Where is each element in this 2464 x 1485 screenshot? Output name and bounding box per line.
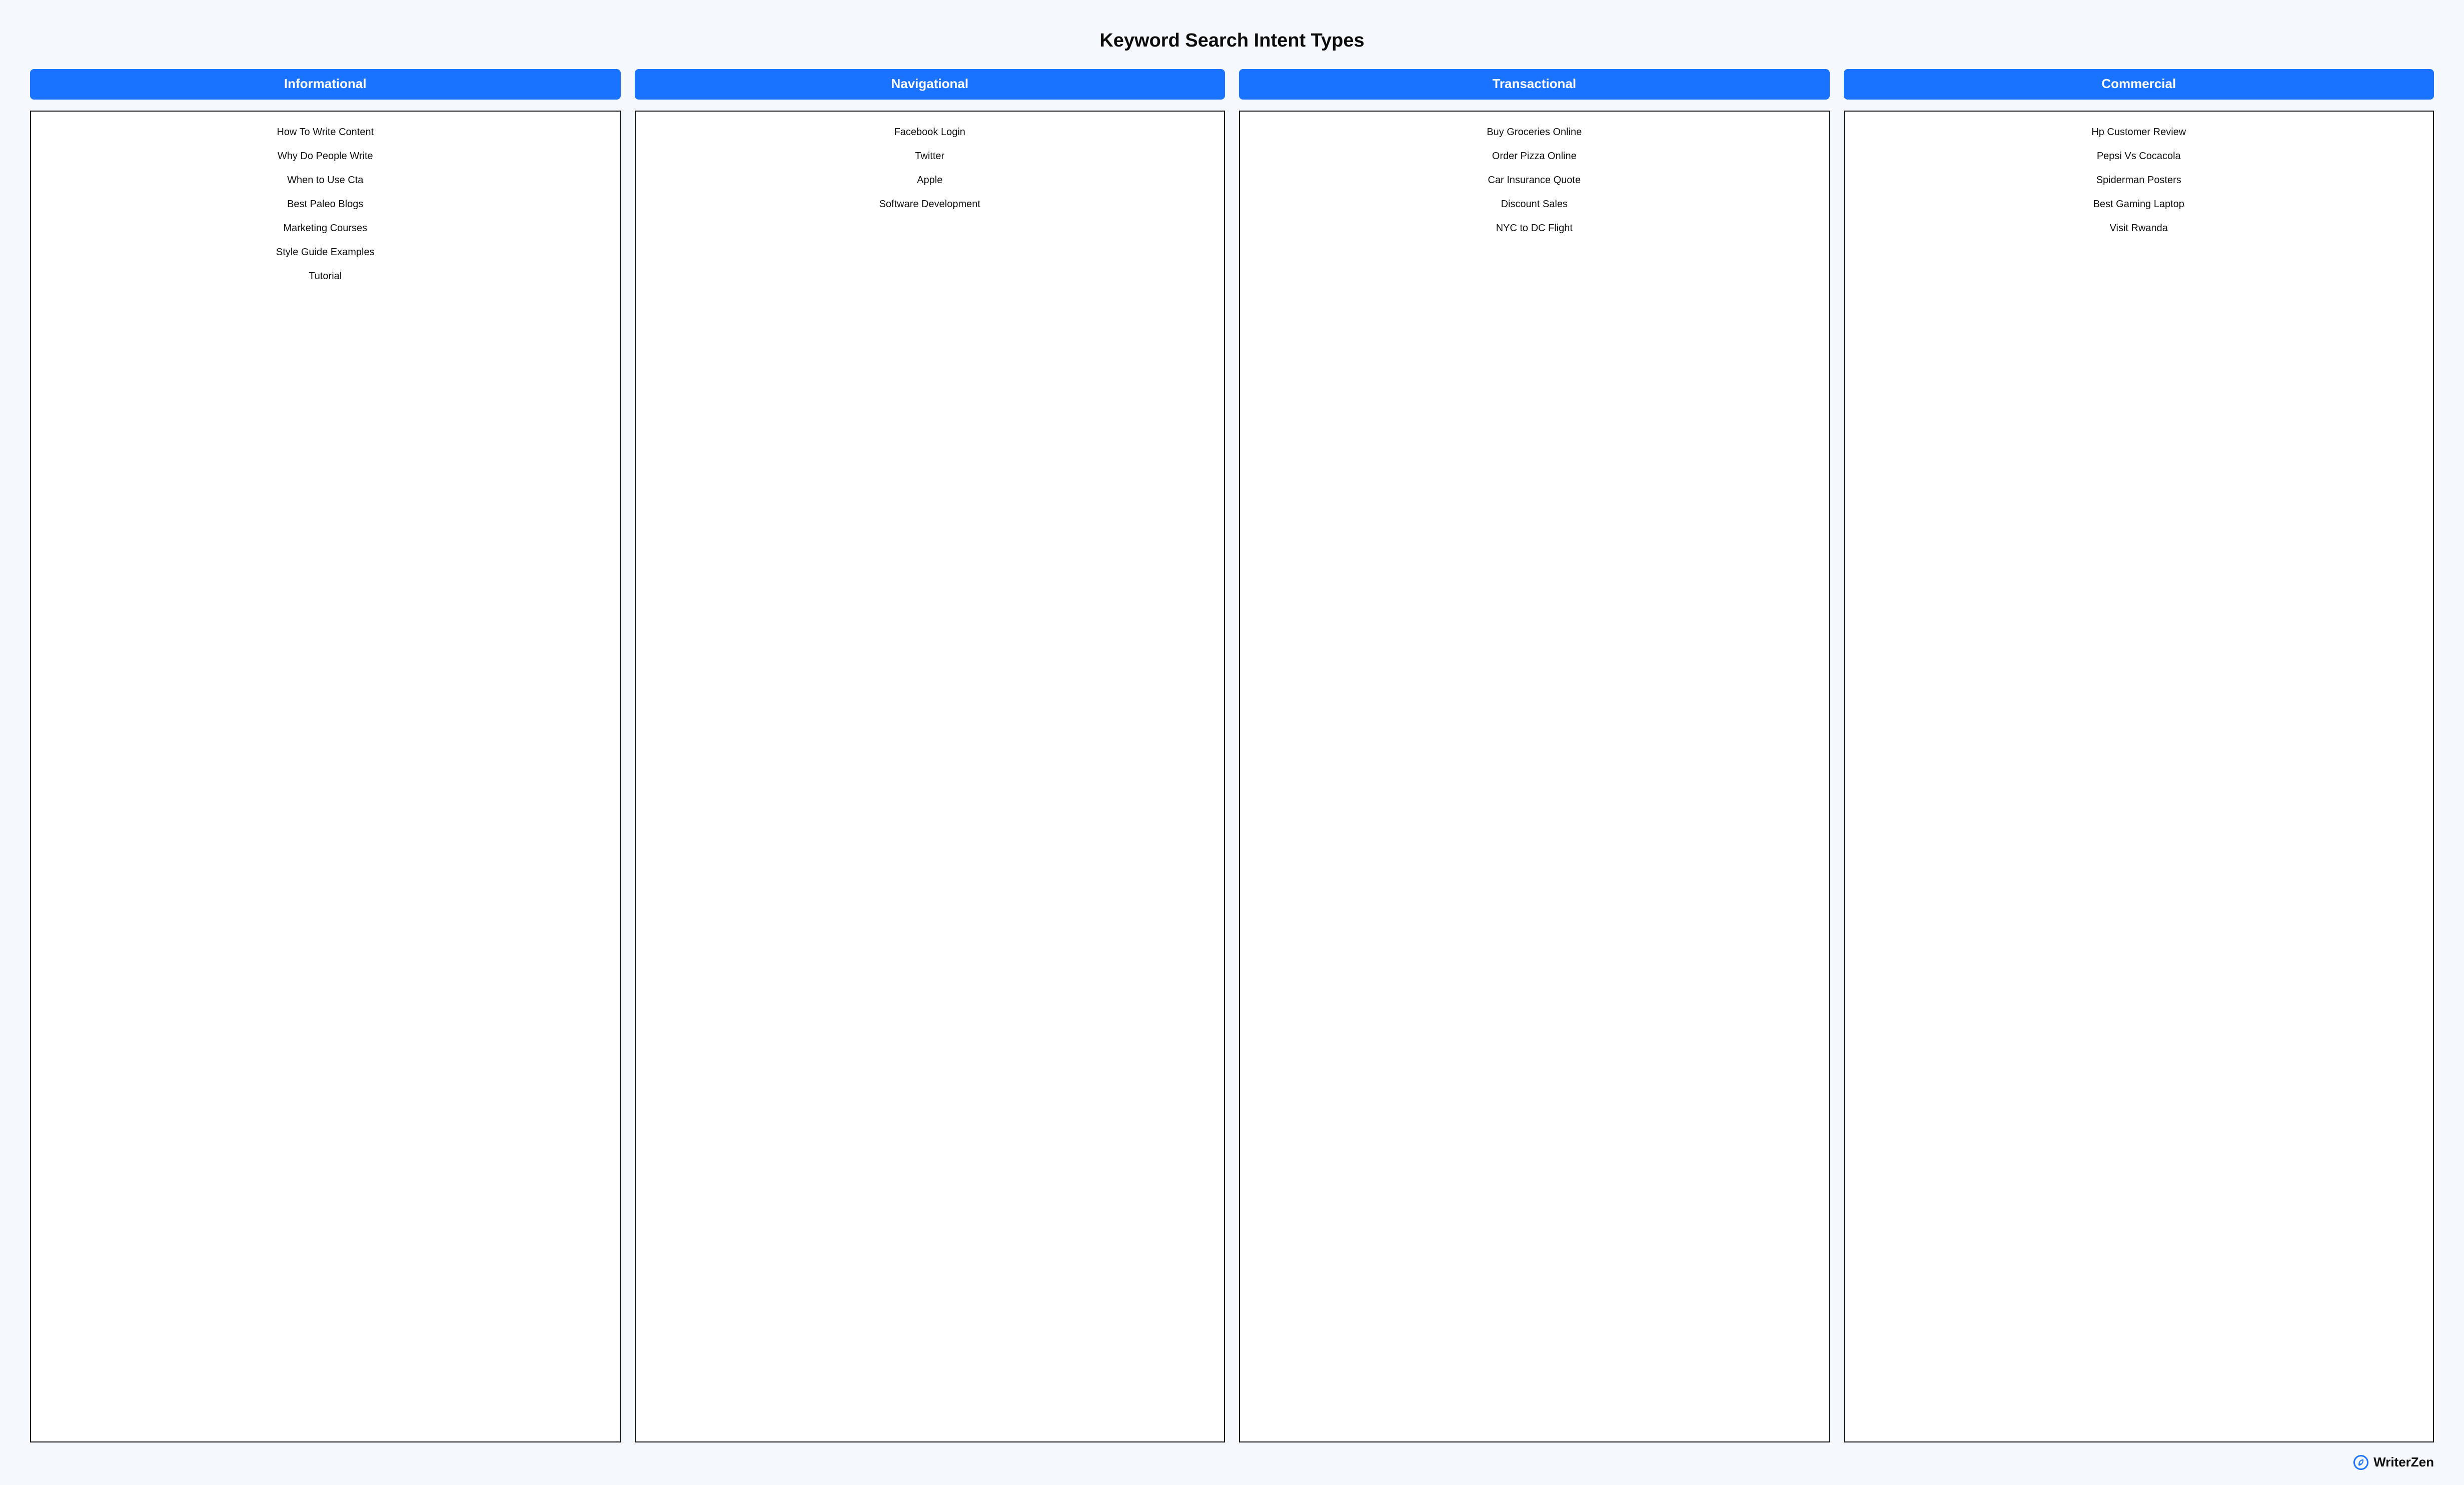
list-item: NYC to DC Flight bbox=[1496, 222, 1573, 235]
list-item: Apple bbox=[917, 174, 942, 187]
intent-column-transactional: Transactional Buy Groceries Online Order P… bbox=[1239, 69, 1830, 1442]
list-item: Facebook Login bbox=[894, 126, 965, 139]
intent-column-navigational: Navigational Facebook Login Twitter Apple So… bbox=[635, 69, 1225, 1442]
list-item: Hp Customer Review bbox=[2091, 126, 2186, 139]
list-item: Car Insurance Quote bbox=[1488, 174, 1581, 187]
list-item: Visit Rwanda bbox=[2110, 222, 2168, 235]
intent-column-informational: Informational How To Write Content Why Do … bbox=[30, 69, 621, 1442]
page-title: Keyword Search Intent Types bbox=[30, 30, 2434, 52]
list-item: Discount Sales bbox=[1501, 198, 1568, 211]
list-item: Marketing Courses bbox=[283, 222, 367, 235]
list-item: How To Write Content bbox=[277, 126, 374, 139]
list-item: Style Guide Examples bbox=[276, 246, 375, 259]
intent-column-header-navigational: Navigational bbox=[635, 69, 1225, 100]
intent-column-commercial: Commercial Hp Customer Review Pepsi Vs Coc… bbox=[1844, 69, 2434, 1442]
intent-column-header-informational: Informational bbox=[30, 69, 621, 100]
list-item: Tutorial bbox=[309, 270, 342, 283]
intent-column-header-commercial: Commercial bbox=[1844, 69, 2434, 100]
intent-column-body-navigational: Facebook Login Twitter Apple Software Devel… bbox=[635, 111, 1225, 1442]
intent-column-body-commercial: Hp Customer Review Pepsi Vs Cocacola Spide… bbox=[1844, 111, 2434, 1442]
intent-grid: Informational How To Write Content Why Do … bbox=[30, 69, 2434, 1442]
list-item: Twitter bbox=[915, 150, 944, 163]
brand-name: WriterZen bbox=[2373, 1454, 2434, 1470]
list-item: Spiderman Posters bbox=[2096, 174, 2181, 187]
intent-column-body-transactional: Buy Groceries Online Order Pizza Online Ca… bbox=[1239, 111, 1830, 1442]
list-item: Why Do People Write bbox=[278, 150, 373, 163]
footer: WriterZen bbox=[30, 1454, 2434, 1470]
intent-column-header-transactional: Transactional bbox=[1239, 69, 1830, 100]
list-item: Buy Groceries Online bbox=[1487, 126, 1582, 139]
list-item: Pepsi Vs Cocacola bbox=[2097, 150, 2181, 163]
list-item: When to Use Cta bbox=[287, 174, 363, 187]
list-item: Software Development bbox=[879, 198, 980, 211]
list-item: Best Paleo Blogs bbox=[287, 198, 363, 211]
brand-logo: WriterZen bbox=[2353, 1454, 2434, 1470]
list-item: Best Gaming Laptop bbox=[2093, 198, 2184, 211]
intent-column-body-informational: How To Write Content Why Do People Write W… bbox=[30, 111, 621, 1442]
list-item: Order Pizza Online bbox=[1492, 150, 1577, 163]
rocket-icon bbox=[2352, 1453, 2370, 1471]
